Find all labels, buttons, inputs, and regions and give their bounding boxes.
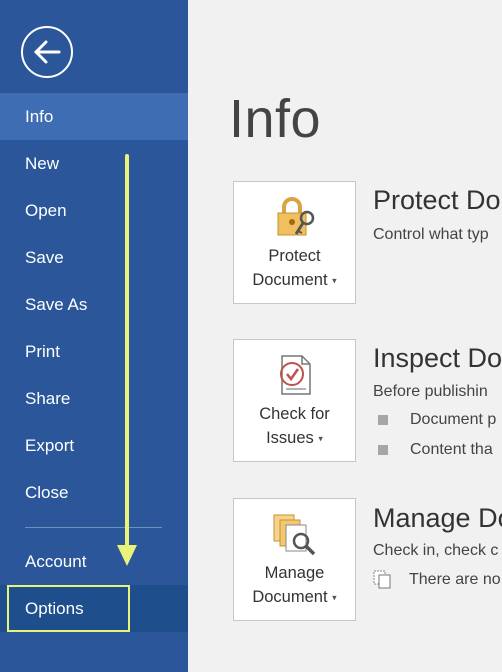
nav-item-save-as[interactable]: Save As bbox=[0, 281, 188, 328]
protect-document-button[interactable]: Protect Document ▾ bbox=[233, 181, 356, 304]
nav-item-info[interactable]: Info bbox=[0, 93, 188, 140]
options-highlight-box bbox=[7, 585, 130, 632]
back-button[interactable] bbox=[21, 26, 73, 78]
documents-search-icon bbox=[273, 514, 316, 556]
nav-item-open[interactable]: Open bbox=[0, 187, 188, 234]
list-item: Document p bbox=[373, 411, 496, 429]
section-description: Check in, check c bbox=[373, 542, 499, 559]
section-description: Control what typ bbox=[373, 226, 489, 243]
section-description: Before publishin bbox=[373, 383, 488, 400]
back-arrow-icon bbox=[34, 40, 61, 64]
bullet-icon bbox=[378, 444, 388, 455]
backstage-sidebar: Info New Open Save Save As Print Share E… bbox=[0, 0, 188, 672]
tile-label-line1: Check for bbox=[259, 405, 330, 423]
tile-label-line2: Document bbox=[252, 588, 328, 606]
tile-label-line1: Protect bbox=[268, 247, 321, 265]
list-item: Content tha bbox=[373, 441, 493, 459]
nav-item-export[interactable]: Export bbox=[0, 422, 188, 469]
nav-item-new[interactable]: New bbox=[0, 140, 188, 187]
list-item: There are no bbox=[373, 570, 501, 590]
nav-item-print[interactable]: Print bbox=[0, 328, 188, 375]
bullet-icon bbox=[378, 414, 388, 425]
tile-label-line2: Document bbox=[252, 271, 328, 289]
lock-key-icon bbox=[277, 197, 315, 236]
dropdown-caret-icon: ▾ bbox=[332, 275, 337, 286]
dropdown-caret-icon: ▾ bbox=[332, 592, 337, 603]
nav-item-save[interactable]: Save bbox=[0, 234, 188, 281]
annotation-arrow-icon bbox=[117, 154, 137, 566]
document-check-icon bbox=[280, 355, 311, 395]
tile-label-line1: Manage bbox=[264, 564, 325, 582]
page-title: Info bbox=[229, 89, 322, 149]
section-heading: Protect Do bbox=[373, 185, 501, 215]
nav-item-share[interactable]: Share bbox=[0, 375, 188, 422]
check-for-issues-button[interactable]: Check for Issues ▾ bbox=[233, 339, 356, 462]
documents-icon bbox=[373, 570, 391, 589]
info-pane: Info Protect Document ▾ Protect Do Contr… bbox=[188, 0, 502, 672]
section-heading: Manage Do bbox=[373, 503, 502, 533]
section-heading: Inspect Do bbox=[373, 343, 502, 373]
dropdown-caret-icon: ▾ bbox=[318, 433, 323, 444]
tile-label-line2: Issues bbox=[266, 429, 314, 447]
manage-document-button[interactable]: Manage Document ▾ bbox=[233, 498, 356, 621]
nav-item-account[interactable]: Account bbox=[0, 538, 188, 585]
nav-item-close[interactable]: Close bbox=[0, 469, 188, 516]
